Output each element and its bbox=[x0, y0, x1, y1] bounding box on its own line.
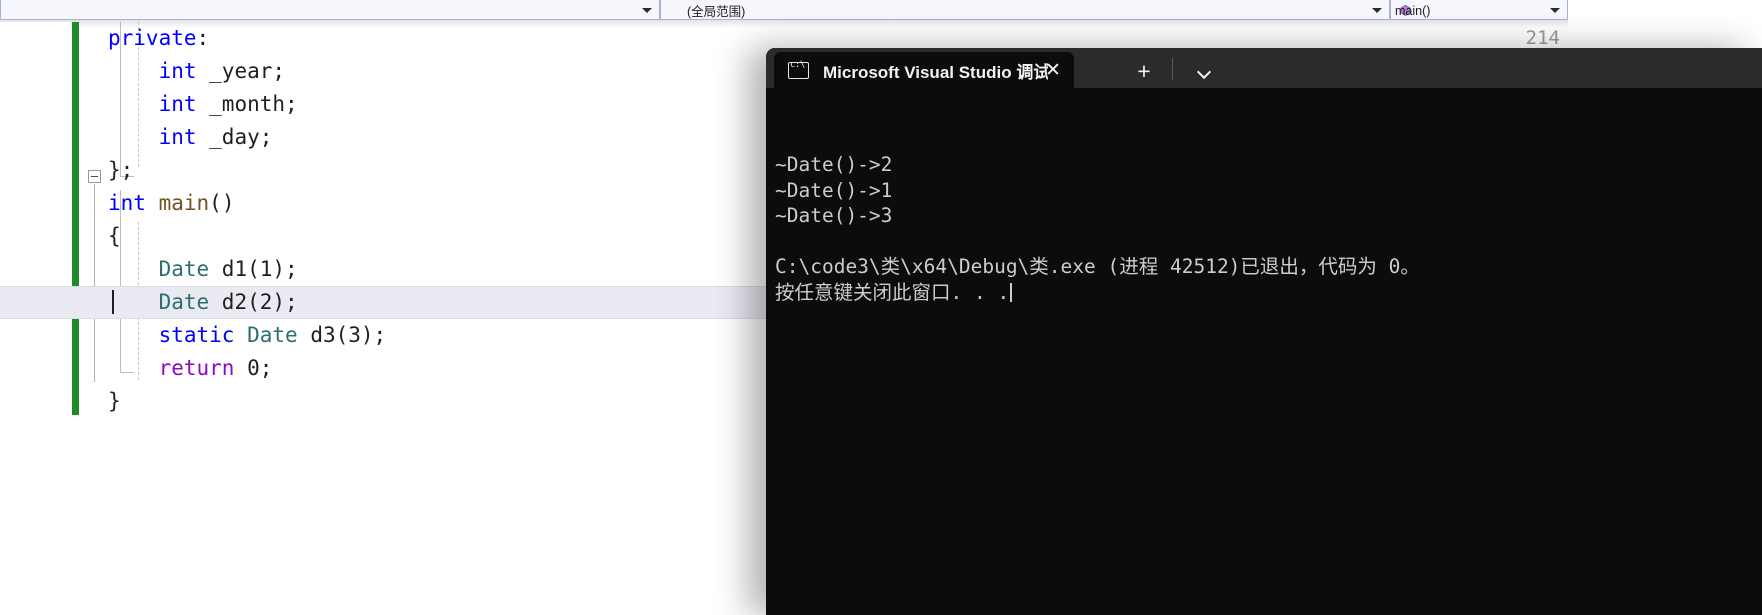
code-token: static bbox=[158, 323, 235, 347]
code-token: d1( bbox=[209, 257, 260, 281]
terminal-line: C:\code3\类\x64\Debug\类.exe (进程 42512)已退出… bbox=[775, 255, 1420, 278]
code-token: { bbox=[108, 224, 121, 248]
terminal-tab-title: Microsoft Visual Studio 调试控 bbox=[823, 62, 1048, 82]
code-token: int bbox=[158, 125, 197, 149]
outline-vertical-line bbox=[94, 184, 95, 382]
code-token: 0 bbox=[247, 356, 260, 380]
terminal-line: ~Date()->3 bbox=[775, 204, 893, 227]
project-scope-dropdown[interactable] bbox=[0, 0, 660, 20]
outlining-column bbox=[88, 22, 108, 547]
code-token: int bbox=[158, 59, 197, 83]
code-token: d2( bbox=[209, 290, 260, 314]
code-token: d3( bbox=[297, 323, 349, 347]
code-line: int main() bbox=[108, 187, 234, 220]
debug-console-window: Microsoft Visual Studio 调试控 ✕ + ~Date()-… bbox=[766, 48, 1762, 615]
code-token: 3 bbox=[348, 323, 361, 347]
code-line: return 0; bbox=[108, 352, 273, 385]
code-line: Date d1(1); bbox=[108, 253, 298, 286]
code-line: int _day; bbox=[108, 121, 273, 154]
text-caret bbox=[112, 290, 114, 314]
global-scope-value: (全局范围) bbox=[687, 5, 746, 19]
code-line: { bbox=[108, 220, 121, 253]
code-token: Date bbox=[247, 323, 298, 347]
code-token: : bbox=[196, 26, 210, 50]
code-line: int _month; bbox=[108, 88, 298, 121]
chevron-down-glyph bbox=[1199, 66, 1210, 77]
code-token: private bbox=[108, 26, 197, 50]
code-token: _day; bbox=[196, 125, 273, 149]
collapse-region-toggle[interactable] bbox=[88, 170, 101, 183]
terminal-output-lines: ~Date()->2 ~Date()->1 ~Date()->3 C:\code3\类… bbox=[775, 152, 1762, 305]
code-line: int _year; bbox=[108, 55, 285, 88]
global-scope-dropdown[interactable]: (全局范围) bbox=[660, 0, 1390, 20]
code-token: int bbox=[108, 191, 146, 215]
line-number-gutter bbox=[0, 22, 70, 547]
close-icon[interactable]: ✕ bbox=[1042, 59, 1064, 81]
plus-icon[interactable]: + bbox=[1124, 56, 1164, 86]
code-token: ); bbox=[272, 257, 298, 281]
toolbar-separator bbox=[1172, 58, 1173, 80]
chevron-down-icon[interactable] bbox=[1184, 56, 1224, 86]
terminal-line: 按任意键关闭此窗口. . . bbox=[775, 280, 1762, 306]
code-token: 1 bbox=[259, 257, 273, 281]
chevron-down-icon bbox=[1372, 7, 1382, 13]
terminal-output[interactable]: ~Date()->2 ~Date()->1 ~Date()->3 C:\code3\类… bbox=[766, 88, 1762, 615]
chevron-down-icon bbox=[1550, 7, 1560, 13]
code-token: main bbox=[158, 191, 210, 215]
code-line: Date d2(2); bbox=[108, 286, 298, 319]
terminal-title-bar: Microsoft Visual Studio 调试控 ✕ + bbox=[766, 48, 1762, 88]
terminal-line: ~Date()->1 bbox=[775, 178, 893, 202]
console-cmd-icon bbox=[788, 60, 809, 79]
code-token: _month; bbox=[196, 92, 298, 116]
code-line: }; bbox=[108, 154, 133, 187]
code-token: int bbox=[158, 92, 197, 116]
member-scope-value: main() bbox=[1395, 3, 1431, 18]
code-line: static Date d3(3); bbox=[108, 319, 387, 352]
terminal-tab-strip: Microsoft Visual Studio 调试控 ✕ + bbox=[766, 48, 1762, 88]
change-indicator-bar bbox=[72, 22, 79, 415]
code-token: ; bbox=[259, 356, 273, 380]
terminal-line: ~Date()->2 bbox=[775, 153, 893, 176]
code-token: return bbox=[158, 356, 235, 380]
code-token: 2 bbox=[259, 290, 273, 314]
member-scope-dropdown[interactable]: main() bbox=[1390, 0, 1568, 20]
screen-root: (全局范围) main() private: int _year; int _m… bbox=[0, 0, 1762, 615]
code-token: () bbox=[209, 191, 235, 215]
code-line: } bbox=[108, 385, 121, 418]
code-token: Date bbox=[158, 290, 210, 314]
code-token: Date bbox=[158, 257, 210, 281]
editor-navigation-bar: (全局范围) main() bbox=[0, 0, 1568, 20]
code-token: ); bbox=[272, 290, 298, 314]
code-token: _year; bbox=[196, 59, 286, 83]
terminal-caret bbox=[1010, 282, 1013, 302]
code-line: private: bbox=[108, 22, 209, 55]
code-token: ); bbox=[360, 323, 387, 347]
code-token: } bbox=[108, 389, 121, 413]
terminal-tab[interactable]: Microsoft Visual Studio 调试控 ✕ bbox=[774, 52, 1074, 88]
code-token: }; bbox=[108, 158, 134, 182]
chevron-down-icon bbox=[642, 7, 652, 13]
